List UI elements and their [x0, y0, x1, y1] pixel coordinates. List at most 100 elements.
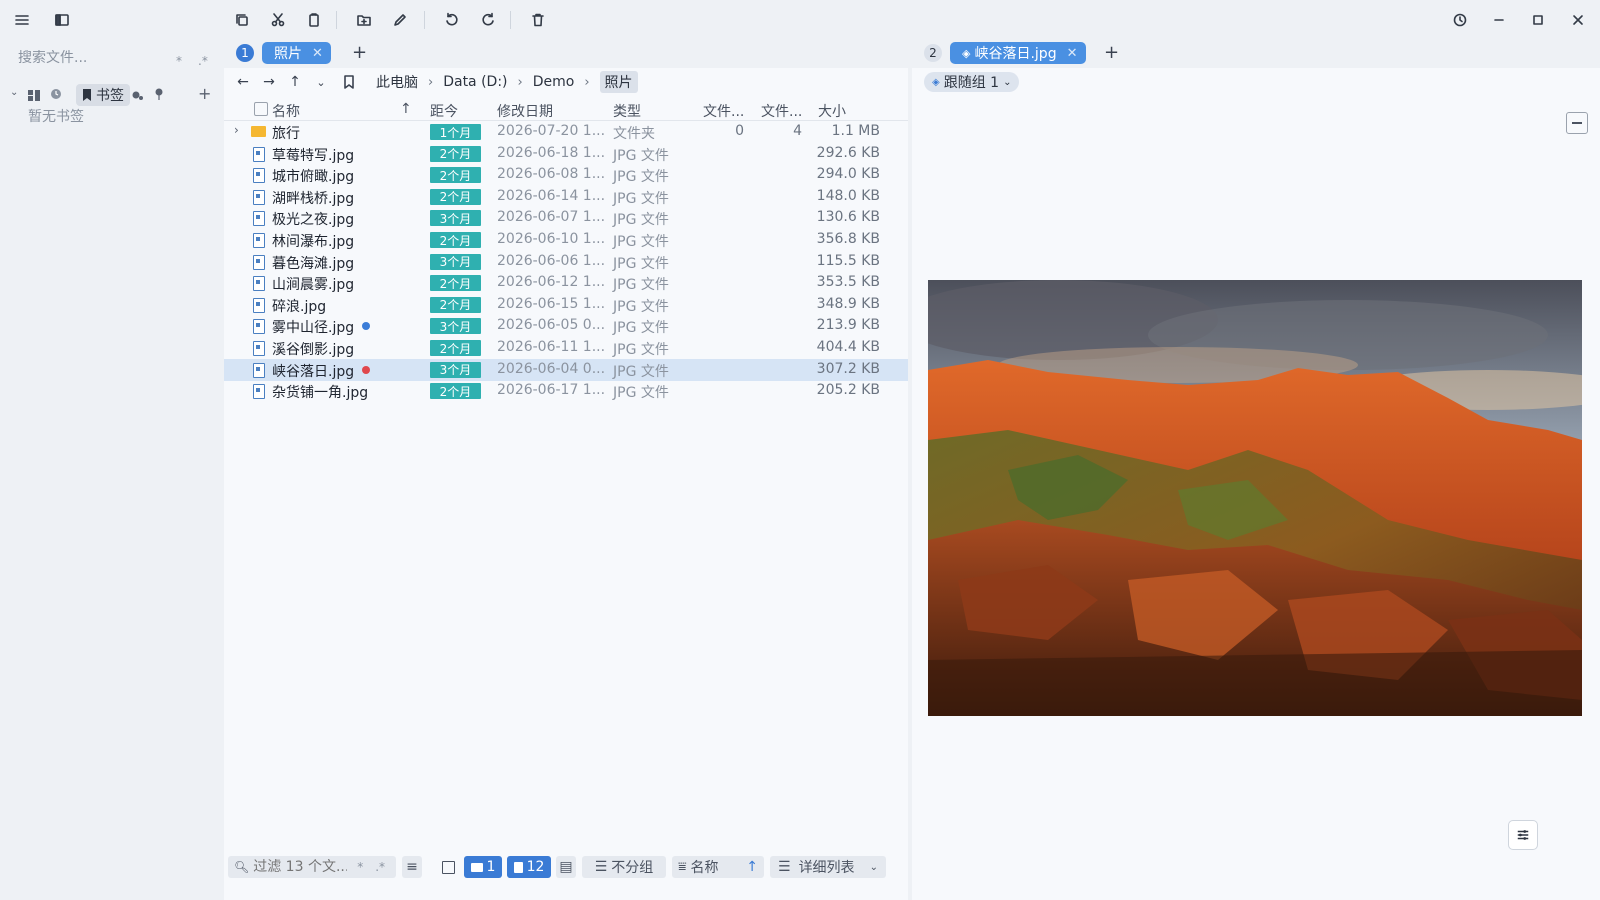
undo-icon[interactable] [440, 8, 464, 32]
breadcrumb-current[interactable]: 照片 [599, 71, 638, 93]
collapse-icon[interactable] [1566, 112, 1588, 134]
column-type[interactable]: 类型 [613, 101, 641, 121]
sidebar-search: * .* [8, 50, 214, 74]
file-row[interactable]: 草莓特写.jpg 2个月 2026-06-18 1... JPG 文件 292.6 KB [224, 143, 908, 165]
forward-icon[interactable]: → [256, 74, 282, 90]
column-size[interactable]: 大小 [818, 101, 846, 121]
tags-icon[interactable] [132, 89, 144, 101]
close-icon[interactable] [1566, 8, 1590, 32]
breadcrumb-separator-icon[interactable]: › [428, 75, 433, 90]
menu-icon[interactable] [10, 8, 34, 32]
recent-icon[interactable] [50, 88, 62, 100]
redo-icon[interactable] [476, 8, 500, 32]
filter-input[interactable] [253, 859, 348, 875]
diamond-icon: ◈ [932, 76, 940, 88]
wildcard-toggle[interactable]: * [176, 54, 182, 68]
copy-icon[interactable] [230, 8, 254, 32]
file-name: 杂货铺一角.jpg [272, 385, 369, 402]
new-folder-icon[interactable] [352, 8, 376, 32]
breadcrumb-item[interactable]: 此电脑 [376, 72, 418, 92]
search-icon: 🔍︎ [234, 860, 250, 874]
folder-count-badge[interactable]: 1 [464, 856, 502, 878]
back-icon[interactable]: ← [230, 74, 256, 90]
paste-icon[interactable] [302, 8, 326, 32]
column-files[interactable]: 文件... [703, 101, 744, 121]
file-row[interactable]: 林间瀑布.jpg 2个月 2026-06-10 1... JPG 文件 356.8 KB [224, 229, 908, 251]
rename-icon[interactable] [388, 8, 412, 32]
modified-date: 2026-06-04 0... [497, 360, 606, 377]
view-mode-select[interactable]: ☰ 详细列表 ⌄ [770, 856, 886, 878]
file-row[interactable]: 暮色海滩.jpg 3个月 2026-06-06 1... JPG 文件 115.5 KB [224, 251, 908, 273]
table-header: 名称 ↑ 距今 修改日期 类型 文件... 文件... 大小 [224, 100, 908, 120]
select-all-checkbox[interactable] [254, 102, 268, 116]
pin-icon[interactable] [154, 88, 164, 100]
column-modified[interactable]: 修改日期 [497, 101, 553, 121]
file-row[interactable]: 城市俯瞰.jpg 2个月 2026-06-08 1... JPG 文件 294.0 KB [224, 164, 908, 186]
file-row[interactable]: 极光之夜.jpg 3个月 2026-06-07 1... JPG 文件 130.6 KB [224, 207, 908, 229]
file-name: 雾中山径.jpg [272, 320, 355, 337]
chevron-down-icon[interactable]: ⌄ [10, 87, 18, 98]
up-icon[interactable]: ↑ [282, 74, 308, 90]
expand-icon[interactable]: › [234, 123, 239, 137]
minimize-icon[interactable] [1487, 8, 1511, 32]
group-by-button[interactable]: ☰ 不分组 [582, 856, 666, 878]
search-input[interactable] [8, 50, 168, 66]
history-dropdown-icon[interactable]: ⌄ [308, 76, 334, 89]
file-count-badge[interactable]: 12 [507, 856, 551, 878]
maximize-icon[interactable] [1526, 8, 1550, 32]
wildcard-toggle[interactable]: * [357, 860, 363, 874]
sort-button[interactable]: ⩸ 名称 ↑ [672, 856, 764, 878]
column-folders[interactable]: 文件... [761, 101, 802, 121]
close-tab-icon[interactable]: ✕ [312, 46, 323, 61]
file-row[interactable]: 山涧晨雾.jpg 2个月 2026-06-12 1... JPG 文件 353.5 KB [224, 272, 908, 294]
file-list-pane: ← → ↑ ⌄ 此电脑 › Data (D:) › Demo › 照片 名称 ↑… [224, 68, 908, 900]
delete-icon[interactable] [526, 8, 550, 32]
tab-preview-image[interactable]: ◈ 峡谷落日.jpg ✕ [950, 42, 1086, 64]
tab-photos[interactable]: 照片 ✕ [262, 42, 331, 64]
file-name: 碎浪.jpg [272, 298, 327, 315]
color-tag-icon [362, 365, 370, 374]
follow-group-button[interactable]: ◈ 跟随组 1 ⌄ [924, 72, 1020, 92]
close-tab-icon[interactable]: ✕ [1067, 46, 1078, 61]
file-row[interactable]: 湖畔栈桥.jpg 2个月 2026-06-14 1... JPG 文件 148.0 KB [224, 186, 908, 208]
breadcrumb-separator-icon[interactable]: › [584, 75, 589, 90]
file-row[interactable]: 峡谷落日.jpg 3个月 2026-06-04 0... JPG 文件 307.2 KB [224, 358, 908, 381]
file-row[interactable]: 雾中山径.jpg 3个月 2026-06-05 0... JPG 文件 213.9 KB [224, 315, 908, 337]
file-row[interactable]: 碎浪.jpg 2个月 2026-06-15 1... JPG 文件 348.9 KB [224, 294, 908, 316]
history-icon[interactable] [1448, 8, 1472, 32]
sort-direction-icon[interactable]: ↑ [746, 859, 758, 875]
bookmark-add-icon[interactable] [334, 74, 364, 90]
cut-icon[interactable] [266, 8, 290, 32]
age-badge: 1个月 [430, 124, 481, 140]
folder-row[interactable]: › 旅行 1个月 2026-07-20 1... 文件夹 0 4 1.1 MB [224, 121, 908, 143]
chevron-down-icon: ⌄ [1003, 76, 1012, 88]
column-age[interactable]: 距今 [430, 101, 458, 121]
regex-toggle[interactable]: .* [375, 860, 385, 874]
breadcrumb-item[interactable]: Demo [533, 74, 575, 90]
folder-icon [470, 862, 483, 872]
column-name[interactable]: 名称 [272, 101, 300, 121]
breadcrumb-item[interactable]: Data (D:) [443, 74, 507, 90]
sidebar-toggle-icon[interactable] [50, 8, 74, 32]
canyon-sunset-image [928, 280, 1582, 716]
select-checkbox-icon[interactable] [438, 856, 458, 878]
bookmark-icon [83, 89, 91, 101]
file-row[interactable]: 杂货铺一角.jpg 2个月 2026-06-17 1... JPG 文件 205.2 K… [224, 380, 908, 402]
view-icon: ☰ [778, 859, 791, 875]
sort-icon: ⩸ [678, 859, 687, 875]
file-type: JPG 文件 [613, 234, 669, 250]
list-options-icon[interactable]: ≡ [402, 856, 422, 878]
add-tab-button[interactable]: + [352, 42, 367, 63]
bookmarks-tab[interactable]: 书签 [76, 84, 130, 106]
file-type: JPG 文件 [613, 298, 669, 315]
grid-view-icon[interactable] [28, 89, 40, 101]
breadcrumb-separator-icon[interactable]: › [518, 75, 523, 90]
layout-icon[interactable]: ▤ [556, 856, 576, 878]
add-tab-button[interactable]: + [1104, 42, 1119, 63]
regex-toggle[interactable]: .* [198, 54, 208, 68]
add-bookmark-button[interactable]: + [198, 84, 211, 103]
file-row[interactable]: 溪谷倒影.jpg 2个月 2026-06-11 1... JPG 文件 404.4 KB [224, 337, 908, 359]
sort-ascending-icon[interactable]: ↑ [400, 101, 412, 117]
tab-label: 照片 [274, 46, 302, 62]
adjust-settings-icon[interactable] [1508, 820, 1538, 850]
